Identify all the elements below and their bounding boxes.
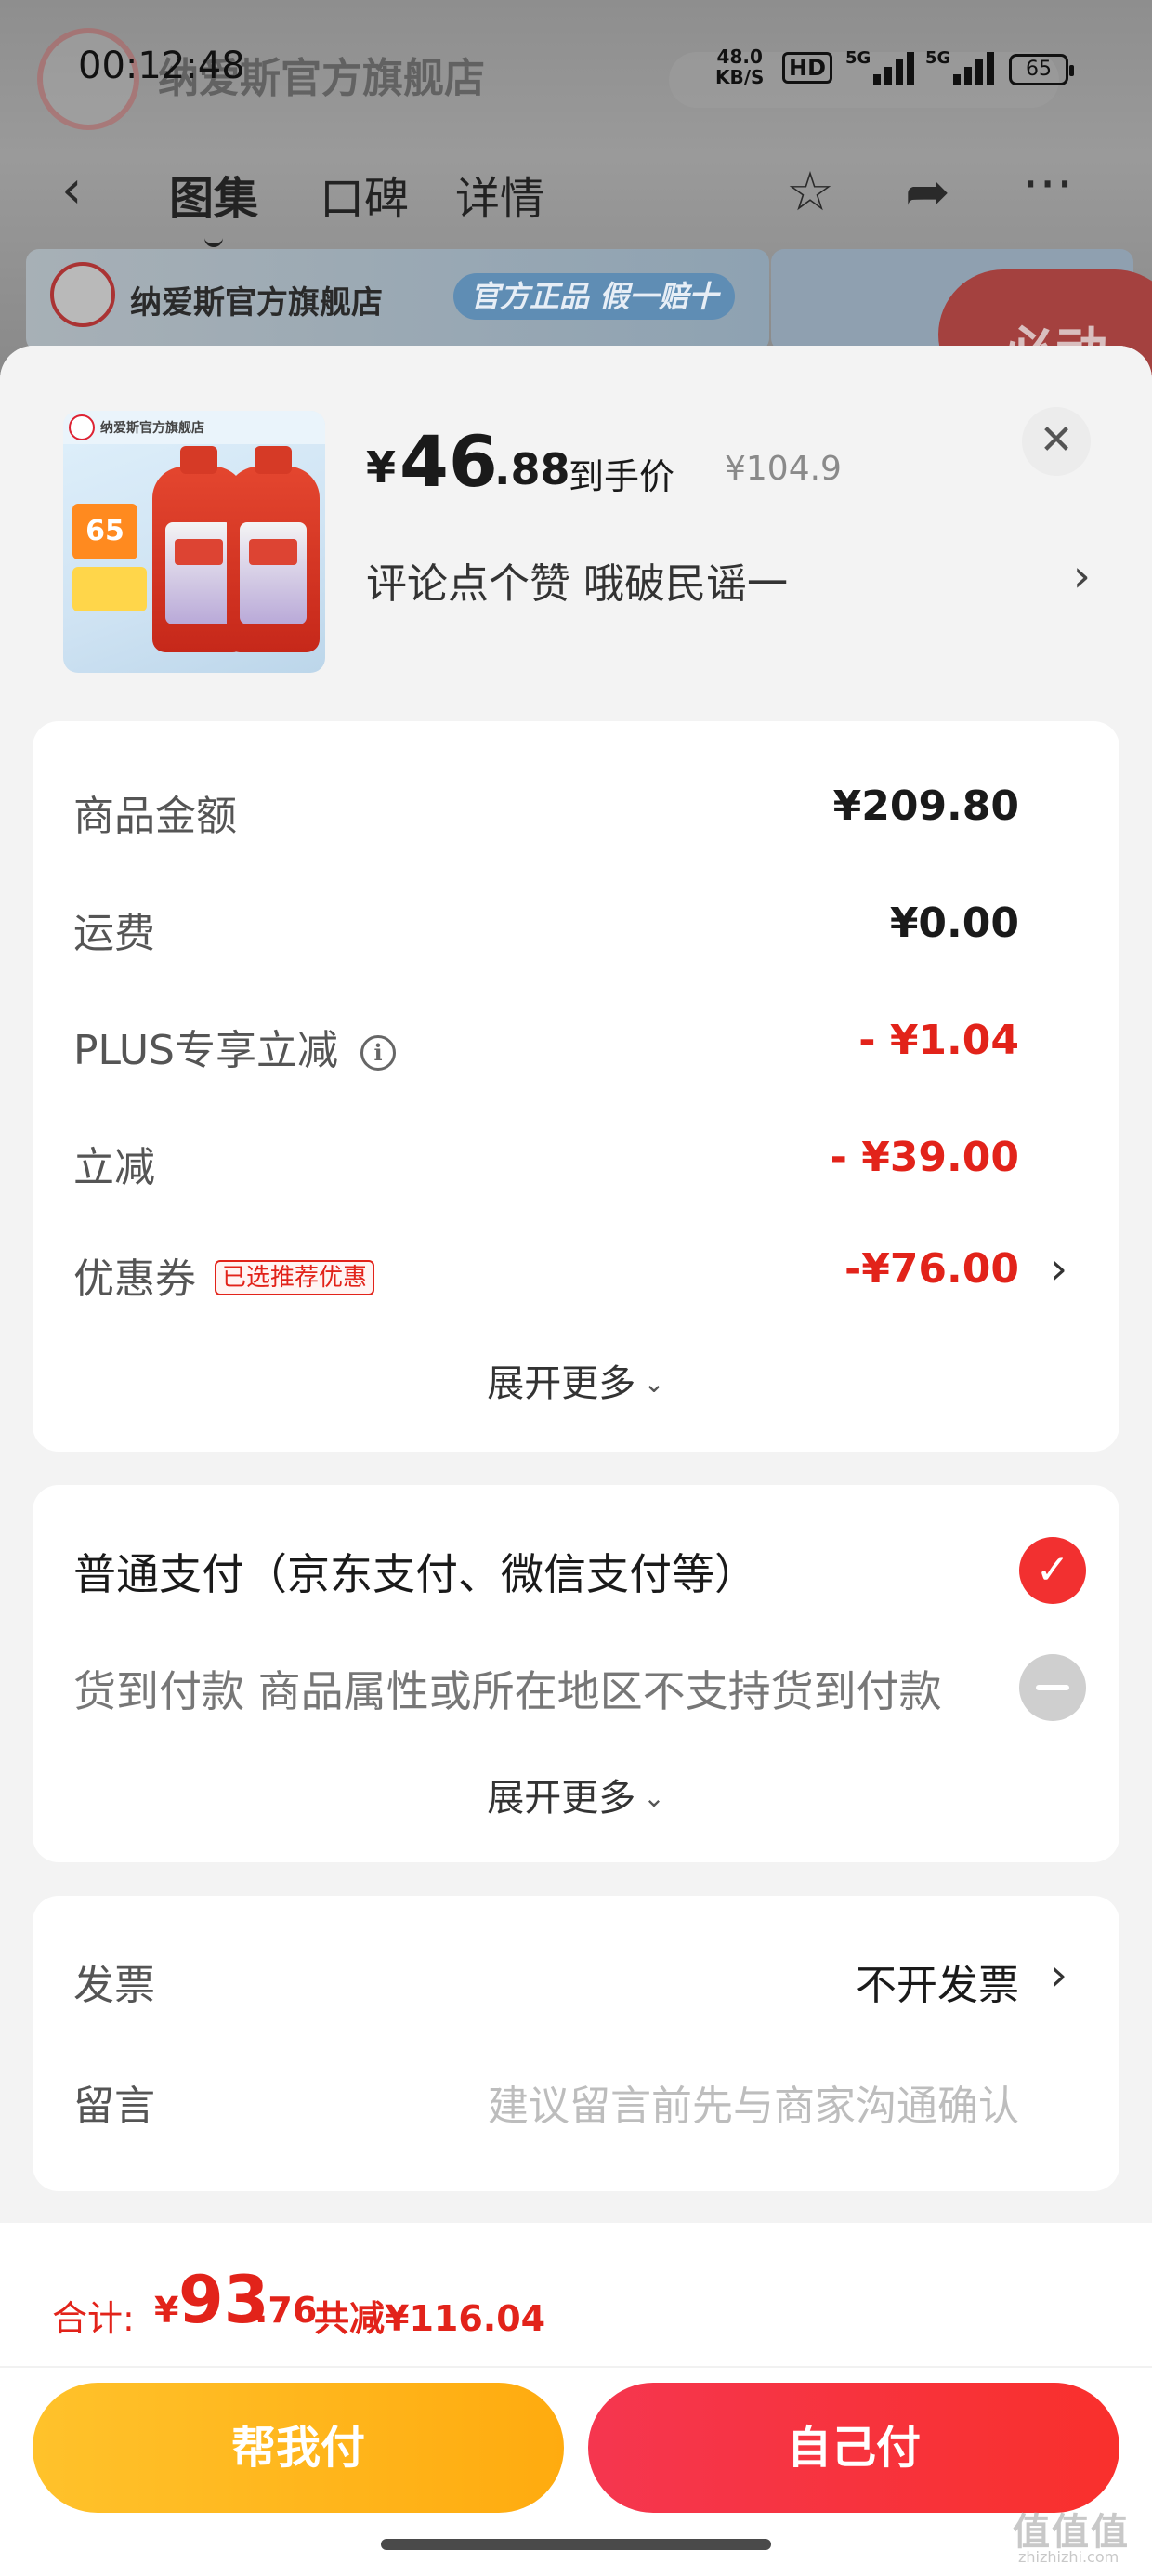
summary-row-goods: 商品金额 ¥209.80 xyxy=(73,782,1019,840)
expand-more-summary[interactable]: 展开更多 ⌄ xyxy=(33,1353,1119,1407)
share-icon[interactable]: ➦ xyxy=(905,160,950,223)
hd-icon: HD xyxy=(782,52,833,84)
payment-option-cod: 货到付款 商品属性或所在地区不支持货到付款 xyxy=(73,1654,1105,1723)
coupon-tag: 已选推荐优惠 xyxy=(215,1260,375,1295)
price-summary-card: 商品金额 ¥209.80 运费 ¥0.00 PLUS专享立减 i - ¥1.04 … xyxy=(33,721,1119,1452)
help-pay-button[interactable]: 帮我付 xyxy=(33,2383,564,2513)
plus-discount: - ¥1.04 xyxy=(858,1017,1019,1064)
check-icon[interactable]: ✓ xyxy=(1019,1537,1086,1604)
banner-store-name: 纳爱斯官方旗舰店 xyxy=(130,284,383,322)
shipping-amount: ¥0.00 xyxy=(889,900,1019,947)
price-currency: ¥ xyxy=(366,442,397,493)
back-icon[interactable]: ‹ xyxy=(61,160,82,220)
network-speed: 48.0 KB/S xyxy=(715,46,765,88)
original-price: ¥104.9 xyxy=(725,450,842,488)
expand-more-payment[interactable]: 展开更多 ⌄ xyxy=(33,1768,1119,1821)
remark-row[interactable]: 留言 建议留言前先与商家沟通确认 xyxy=(73,2072,1079,2137)
price-integer: 46 xyxy=(399,420,498,503)
summary-row-coupon[interactable]: 优惠券 已选推荐优惠 -¥76.00 › xyxy=(73,1243,1079,1310)
tab-details[interactable]: 详情 xyxy=(455,162,544,227)
chevron-down-icon: ⌄ xyxy=(643,1782,665,1813)
chevron-right-icon: › xyxy=(1072,550,1091,602)
remark-input[interactable]: 建议留言前先与商家沟通确认 xyxy=(488,2072,1019,2132)
self-pay-button[interactable]: 自己付 xyxy=(588,2383,1119,2513)
total-currency: ¥ xyxy=(154,2290,179,2331)
chevron-right-icon: › xyxy=(1050,1950,1067,2000)
summary-row-discount: 立减 - ¥39.00 xyxy=(73,1134,1019,1191)
signal-icon: 5G xyxy=(845,48,914,85)
bottle-image xyxy=(227,446,320,652)
invoice-value: 不开发票 xyxy=(856,1962,1019,2009)
goods-amount: ¥209.80 xyxy=(832,782,1019,830)
coupon-discount: -¥76.00 xyxy=(844,1245,1019,1293)
summary-row-plus: PLUS专享立减 i - ¥1.04 xyxy=(73,1017,1019,1074)
store-logo-icon xyxy=(50,262,115,327)
store-logo-icon xyxy=(69,414,95,440)
checkout-footer: 合计: ¥ 93 .76 共减¥116.04 帮我付 自己付 值值值 zhizh… xyxy=(0,2223,1152,2576)
invoice-row[interactable]: 发票 不开发票 › xyxy=(73,1950,1079,2017)
total-decimal: .76 xyxy=(255,2290,318,2331)
promo-text: 评论点个赞 哦破民谣一 xyxy=(366,560,788,608)
product-thumbnail[interactable]: 纳爱斯官方旗舰店 65 xyxy=(63,411,325,673)
payment-option-standard[interactable]: 普通支付（京东支付、微信支付等） ✓ xyxy=(73,1537,1105,1606)
instant-discount: - ¥39.00 xyxy=(830,1134,1019,1181)
close-icon: ✕ xyxy=(1039,416,1074,464)
status-bar: 00:12:48 48.0 KB/S HD 5G 5G 65 xyxy=(0,37,1152,102)
summary-row-shipping: 运费 ¥0.00 xyxy=(73,900,1019,957)
divider xyxy=(0,2366,1152,2368)
payment-method-card: 普通支付（京东支付、微信支付等） ✓ 货到付款 商品属性或所在地区不支持货到付款… xyxy=(33,1485,1119,1862)
signal-icon-2: 5G xyxy=(925,48,994,85)
extras-card: 发票 不开发票 › 留言 建议留言前先与商家沟通确认 xyxy=(33,1896,1119,2191)
background-page: 纳爱斯官方旗舰店 00:12:48 48.0 KB/S HD 5G 5G 65 … xyxy=(0,0,1152,390)
status-time: 00:12:48 xyxy=(78,45,245,87)
tab-reviews[interactable]: 口碑 xyxy=(320,162,409,227)
thumb-badge-2 xyxy=(72,567,147,611)
battery-icon: 65 xyxy=(1009,54,1074,85)
store-banner: 纳爱斯官方旗舰店 官方正品 假一赔十 xyxy=(26,249,769,351)
thumb-badge: 65 xyxy=(72,504,137,559)
nav-bar: ‹ 图集 口碑 详情 ☆ ➦ ··· xyxy=(0,149,1152,247)
price-decimal: .88 xyxy=(494,444,570,494)
banner-tag: 官方正品 假一赔十 xyxy=(453,273,736,320)
disabled-icon xyxy=(1019,1654,1086,1721)
chevron-down-icon: ⌄ xyxy=(643,1368,665,1399)
promo-row[interactable]: 评论点个赞 哦破民谣一 › xyxy=(366,550,1091,608)
home-indicator[interactable] xyxy=(381,2539,771,2550)
info-icon[interactable]: i xyxy=(360,1035,396,1071)
total-label: 合计: xyxy=(52,2298,135,2339)
product-header: 纳爱斯官方旗舰店 65 ¥ 46 .88 到手价 ¥104.9 ✕ 评论点个赞 … xyxy=(0,346,1152,717)
close-button[interactable]: ✕ xyxy=(1022,407,1091,476)
star-icon[interactable]: ☆ xyxy=(786,160,834,223)
more-icon[interactable]: ··· xyxy=(1022,152,1073,216)
watermark-url: zhizhizhi.com xyxy=(1018,2548,1119,2566)
chevron-right-icon: › xyxy=(1050,1243,1067,1294)
tab-gallery[interactable]: 图集 xyxy=(169,162,258,247)
total-saved: 共减¥116.04 xyxy=(314,2298,546,2339)
price-label: 到手价 xyxy=(569,456,675,497)
